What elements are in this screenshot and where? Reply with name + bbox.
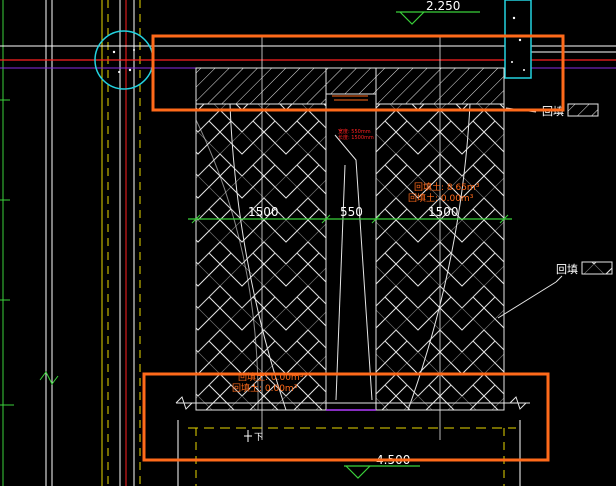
drawing-svg: 2.250 1500 550 1500 回填土: 8.65m³ 回填土: 0.0…: [0, 0, 616, 486]
cad-drawing-canvas[interactable]: 2.250 1500 550 1500 回填土: 8.65m³ 回填土: 0.0…: [0, 0, 616, 486]
bottom-elevation-marker: [344, 465, 420, 479]
note-right-2: 回填土: 0.00m³: [408, 192, 474, 204]
note-bottom-2: 回填土: 0.00m³: [232, 382, 298, 394]
fill-block-left: [195, 103, 327, 411]
bottom-small-label: 下: [254, 433, 263, 443]
dim-left: 1500: [248, 205, 279, 219]
top-beam-left: [195, 67, 327, 105]
top-elevation-marker: [396, 11, 480, 25]
note-right-1: 回填土: 8.65m³: [414, 181, 480, 193]
label-mid-right: 回填: [556, 262, 578, 276]
top-elevation-label: 2.250: [426, 0, 460, 13]
dim-right: 1500: [428, 205, 459, 219]
top-beam-middle: [325, 67, 377, 95]
mid-right-legend: [497, 261, 613, 319]
top-right-column: [504, 0, 532, 79]
note-center-1: 宽度: 550mm: [338, 128, 371, 135]
dim-middle: 550: [340, 205, 363, 219]
center-trench: [325, 93, 377, 411]
note-center-2: 长度: 1500mm: [338, 134, 374, 141]
